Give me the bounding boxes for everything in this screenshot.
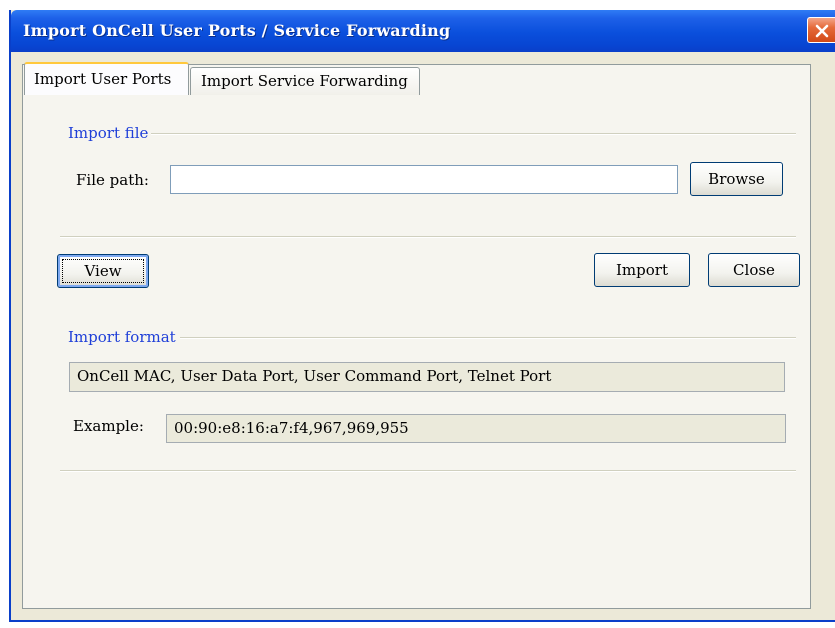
- import-format-section-label: Import format: [68, 328, 176, 346]
- import-file-section-label: Import file: [68, 124, 149, 142]
- close-button[interactable]: Close: [708, 253, 800, 287]
- example-label: Example:: [73, 417, 144, 435]
- file-path-input[interactable]: [170, 165, 678, 194]
- browse-button[interactable]: Browse: [690, 162, 783, 196]
- close-window-button[interactable]: [807, 17, 835, 43]
- view-button-label: View: [84, 262, 122, 280]
- close-icon: [815, 24, 829, 38]
- title-bar[interactable]: Import OnCell User Ports / Service Forwa…: [11, 10, 835, 52]
- import-format-divider: [180, 337, 796, 339]
- import-format-text: OnCell MAC, User Data Port, User Command…: [69, 362, 785, 392]
- file-path-label: File path:: [76, 171, 149, 189]
- import-file-divider: [151, 133, 796, 135]
- import-button[interactable]: Import: [594, 253, 690, 287]
- tab-import-user-ports[interactable]: Import User Ports: [24, 62, 189, 95]
- view-button[interactable]: View: [57, 254, 149, 288]
- import-format-bottom-divider: [60, 470, 796, 472]
- window-title: Import OnCell User Ports / Service Forwa…: [23, 21, 451, 40]
- example-value: 00:90:e8:16:a7:f4,967,969,955: [166, 414, 786, 443]
- tab-import-service-forwarding[interactable]: Import Service Forwarding: [190, 67, 420, 95]
- import-file-bottom-divider: [60, 236, 796, 238]
